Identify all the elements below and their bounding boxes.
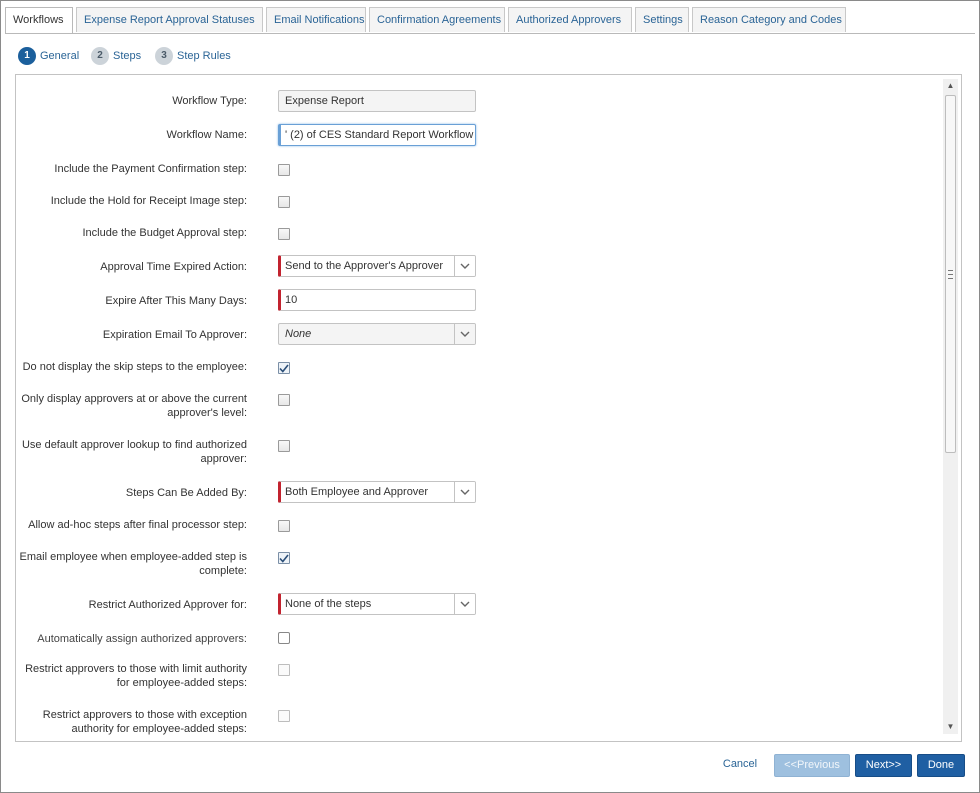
budget-approval-checkbox[interactable] (278, 228, 290, 240)
scrollbar-thumb[interactable] (945, 95, 956, 453)
steps-added-by-select[interactable]: Both Employee and Approver (278, 481, 476, 503)
label-line: Restrict approvers to those with limit a… (25, 663, 247, 675)
expiration-email-select[interactable]: None (278, 323, 476, 345)
tab-confirmation-agreements[interactable]: Confirmation Agreements (369, 7, 505, 32)
label-line: Only display approvers at or above the c… (21, 393, 247, 405)
tab-divider (5, 33, 975, 34)
only-display-approvers-checkbox[interactable] (278, 394, 290, 406)
tab-expense-report-approval-statuses[interactable]: Expense Report Approval Statuses (76, 7, 263, 32)
step-number-badge: 2 (91, 47, 109, 65)
label-line: for employee-added steps: (116, 677, 247, 689)
selected-value: None (285, 328, 312, 340)
label-line: Use default approver lookup to find auth… (21, 439, 247, 451)
steps-added-by-label: Steps Can Be Added By: (125, 487, 247, 499)
chevron-down-icon (454, 256, 475, 276)
selected-value: None of the steps (285, 598, 372, 610)
email-employee-label: Email employee when employee-added step … (20, 550, 247, 578)
skip-steps-checkbox[interactable] (278, 362, 290, 374)
workflow-type-label: Workflow Type: (172, 95, 247, 107)
adhoc-after-final-label: Allow ad-hoc steps after final processor… (28, 519, 247, 531)
default-lookup-label: Use default approver lookup to find auth… (22, 438, 247, 466)
expiration-email-label: Expiration Email To Approver: (102, 329, 247, 341)
restrict-exception-checkbox[interactable] (278, 710, 290, 722)
wizard-step-steps[interactable]: 2 Steps (91, 47, 141, 65)
selected-value: Both Employee and Approver (285, 486, 429, 498)
workflow-name-label: Workflow Name: (166, 129, 247, 141)
next-button[interactable]: Next>> (855, 754, 912, 777)
label-line: complete: (199, 565, 247, 577)
tab-reason-category-and-codes[interactable]: Reason Category and Codes (692, 7, 846, 32)
previous-button[interactable]: <<Previous (774, 754, 850, 777)
approval-time-expired-select[interactable]: Send to the Approver's Approver (278, 255, 476, 277)
cancel-button[interactable]: Cancel (715, 754, 765, 777)
restrict-exception-label: Restrict approvers to those with excepti… (43, 708, 247, 736)
general-settings-panel: Workflow Type: Expense Report Workflow N… (15, 74, 962, 742)
only-display-approvers-label: Only display approvers at or above the c… (21, 392, 247, 420)
grip-icon (948, 269, 953, 279)
expire-days-label: Expire After This Many Days: (105, 295, 247, 307)
checkmark-icon (279, 554, 289, 563)
done-button[interactable]: Done (917, 754, 965, 777)
restrict-authorized-select[interactable]: None of the steps (278, 593, 476, 615)
budget-approval-label: Include the Budget Approval step: (82, 227, 247, 239)
restrict-limit-label: Restrict approvers to those with limit a… (25, 662, 247, 690)
chevron-down-icon (454, 482, 475, 502)
hold-receipt-checkbox[interactable] (278, 196, 290, 208)
tab-email-notifications[interactable]: Email Notifications (266, 7, 366, 32)
wizard-step-general[interactable]: 1 General (18, 47, 79, 65)
hold-receipt-label: Include the Hold for Receipt Image step: (50, 195, 247, 207)
step-number-badge: 3 (155, 47, 173, 65)
label-line: authority for employee-added steps: (71, 723, 248, 735)
step-number-badge: 1 (18, 47, 36, 65)
scroll-down-arrow-icon[interactable]: ▼ (943, 720, 958, 734)
auto-assign-label: Automatically assign authorized approver… (37, 633, 247, 645)
tab-settings[interactable]: Settings (635, 7, 689, 32)
email-employee-checkbox[interactable] (278, 552, 290, 564)
restrict-authorized-label: Restrict Authorized Approver for: (88, 599, 247, 611)
workflow-name-input[interactable]: ' (2) of CES Standard Report Workflow (278, 124, 476, 146)
tab-authorized-approvers[interactable]: Authorized Approvers (508, 7, 632, 32)
wizard-step-step-rules[interactable]: 3 Step Rules (155, 47, 231, 65)
step-label: General (40, 50, 80, 62)
label-line: approver's level: (167, 407, 247, 419)
label-line: approver: (200, 453, 247, 465)
selected-value: Send to the Approver's Approver (285, 260, 444, 272)
expire-days-input[interactable]: 10 (278, 289, 476, 311)
workflow-type-field: Expense Report (278, 90, 476, 112)
checkmark-icon (279, 364, 289, 373)
adhoc-after-final-checkbox[interactable] (278, 520, 290, 532)
label-line: Restrict approvers to those with excepti… (42, 709, 247, 721)
label-line: Email employee when employee-added step … (19, 551, 247, 563)
vertical-scrollbar[interactable]: ▲ ▼ (943, 79, 958, 734)
default-lookup-checkbox[interactable] (278, 440, 290, 452)
approval-time-expired-label: Approval Time Expired Action: (100, 261, 247, 273)
payment-confirmation-label: Include the Payment Confirmation step: (54, 163, 247, 175)
chevron-down-icon (454, 324, 475, 344)
restrict-limit-checkbox[interactable] (278, 664, 290, 676)
step-label: Steps (113, 50, 142, 62)
tab-workflows[interactable]: Workflows (5, 7, 73, 34)
step-label: Step Rules (177, 50, 231, 62)
skip-steps-label: Do not display the skip steps to the emp… (22, 361, 247, 373)
scroll-up-arrow-icon[interactable]: ▲ (943, 79, 958, 93)
auto-assign-checkbox[interactable] (278, 632, 290, 644)
chevron-down-icon (454, 594, 475, 614)
payment-confirmation-checkbox[interactable] (278, 164, 290, 176)
